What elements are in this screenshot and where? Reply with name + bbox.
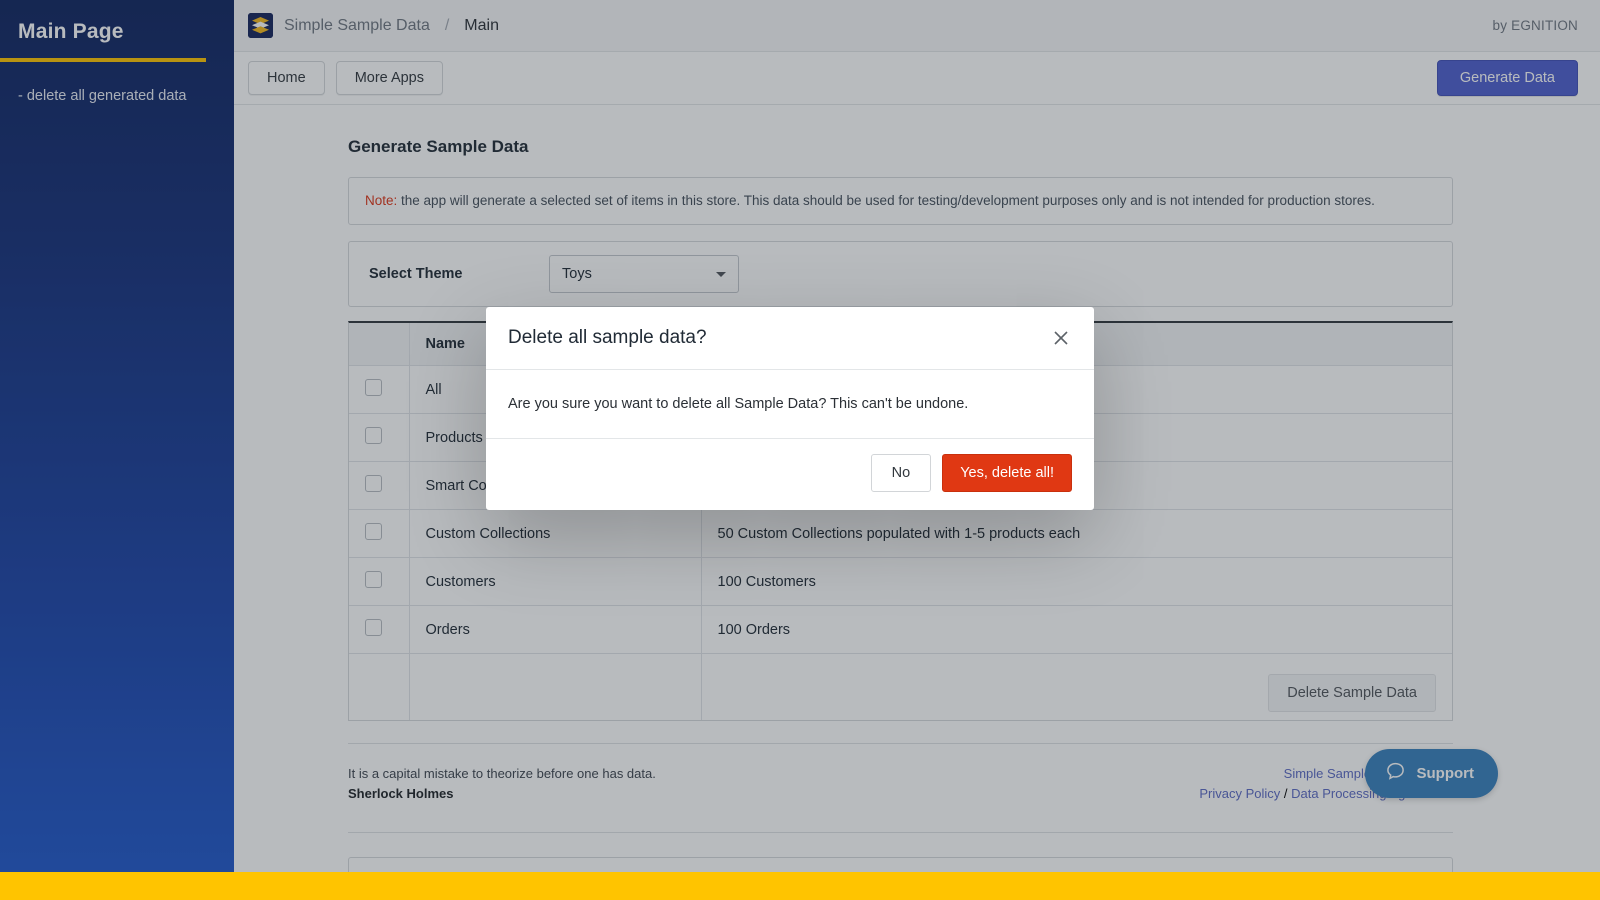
modal-confirm-delete-button[interactable]: Yes, delete all! (942, 454, 1072, 492)
modal-cancel-button[interactable]: No (871, 454, 932, 492)
close-icon[interactable] (1050, 327, 1072, 349)
modal-title: Delete all sample data? (508, 327, 707, 349)
delete-confirmation-modal: Delete all sample data? Are you sure you… (486, 307, 1094, 510)
app-root: Main Page - delete all generated data Si… (0, 0, 1600, 900)
modal-header: Delete all sample data? (486, 307, 1094, 370)
modal-body-text: Are you sure you want to delete all Samp… (486, 370, 1094, 439)
bottom-accent-strip (0, 872, 1600, 900)
modal-footer: No Yes, delete all! (486, 439, 1094, 510)
